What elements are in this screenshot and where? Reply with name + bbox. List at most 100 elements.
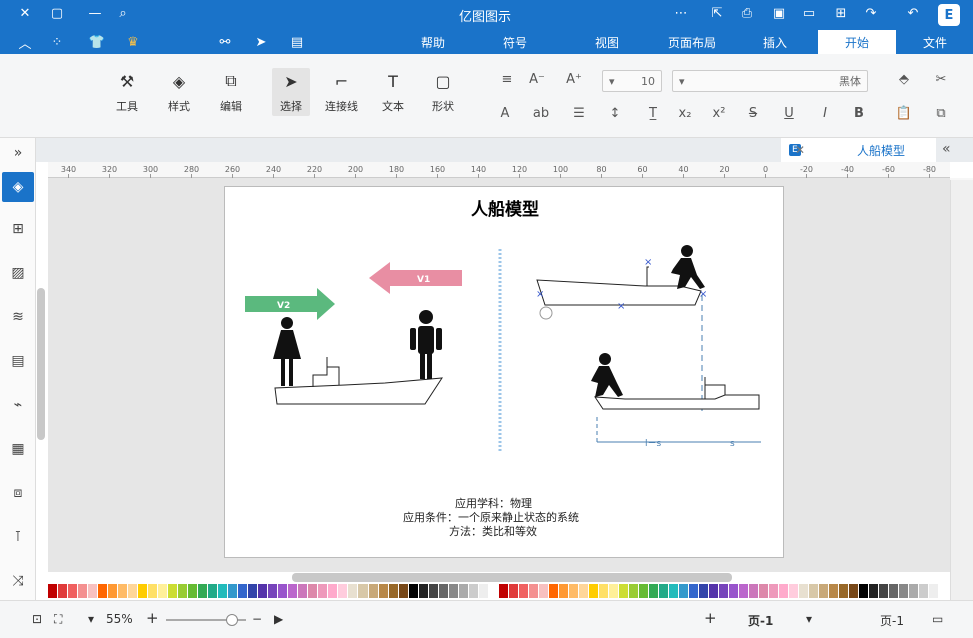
shirt-icon[interactable]: 👕 [88,33,106,51]
color-swatch[interactable] [598,584,609,598]
line-spacing-icon[interactable]: ↕ [606,104,624,122]
tab-file[interactable]: 文件 [905,30,965,54]
color-swatch[interactable] [198,584,209,598]
color-swatch[interactable] [809,584,820,598]
left-scrollbar[interactable] [37,288,45,440]
color-swatch[interactable] [548,584,559,598]
color-swatch[interactable] [288,584,299,598]
color-swatch[interactable] [418,584,429,598]
color-swatch[interactable] [158,584,169,598]
superscript-icon[interactable]: x² [710,104,728,122]
color-swatch[interactable] [68,584,79,598]
color-swatch[interactable] [678,584,689,598]
color-swatch[interactable] [538,584,549,598]
arrow-v1[interactable]: V1 [369,262,462,294]
color-swatch[interactable] [739,584,750,598]
color-swatch[interactable] [278,584,289,598]
paste-icon[interactable]: 📋 [895,104,913,122]
color-swatch[interactable] [689,584,700,598]
color-swatch[interactable] [258,584,269,598]
color-swatch[interactable] [558,584,569,598]
color-swatch[interactable] [789,584,800,598]
strikethrough-icon[interactable]: S̶ [744,104,762,122]
puzzle-icon[interactable]: ⧈ [7,482,29,504]
color-swatch[interactable] [488,584,499,598]
color-swatch[interactable] [458,584,469,598]
color-swatch[interactable] [398,584,409,598]
color-swatch[interactable] [658,584,669,598]
color-swatch[interactable] [508,584,519,598]
font-size-select[interactable]: ▾ 10 [602,70,662,92]
cut-icon[interactable]: ✂ [932,70,950,88]
more-icon[interactable]: ⋯ [672,4,690,22]
color-swatch[interactable] [388,584,399,598]
crown-icon[interactable]: ♛ [124,33,142,51]
color-swatch[interactable] [869,584,880,598]
horizontal-scrollbar[interactable] [292,573,732,582]
color-swatch[interactable] [568,584,579,598]
color-palette[interactable] [48,584,950,600]
color-swatch[interactable] [819,584,830,598]
arrow-v2[interactable]: V2 [245,288,335,320]
add-page-icon[interactable]: + [704,609,717,627]
collapse-right-icon[interactable]: « [942,141,951,157]
page-select-chevron-icon[interactable]: ▾ [806,612,812,626]
zoom-value[interactable]: 55% [106,612,133,626]
close-icon[interactable]: ✕ [16,4,34,22]
style-tool[interactable]: ◈ 样式 [168,70,190,114]
font-shrink-icon[interactable]: A⁻ [528,70,546,88]
color-swatch[interactable] [578,584,589,598]
tab-page-layout[interactable]: 页面布局 [652,30,732,54]
subscript-icon[interactable]: x₂ [676,104,694,122]
color-swatch[interactable] [298,584,309,598]
color-swatch[interactable] [48,584,59,598]
color-swatch[interactable] [749,584,760,598]
color-swatch[interactable] [108,584,119,598]
color-swatch[interactable] [889,584,900,598]
color-swatch[interactable] [929,584,940,598]
color-swatch[interactable] [188,584,199,598]
apps-icon[interactable]: ⁘ [48,33,66,51]
expand-icon[interactable]: » [7,142,29,164]
color-swatch[interactable] [498,584,509,598]
color-swatch[interactable] [348,584,359,598]
color-swatch[interactable] [849,584,860,598]
color-swatch[interactable] [719,584,730,598]
color-swatch[interactable] [478,584,489,598]
color-swatch[interactable] [699,584,710,598]
format-fill-icon[interactable]: ◈ [2,172,34,202]
color-swatch[interactable] [769,584,780,598]
color-swatch[interactable] [318,584,329,598]
color-swatch[interactable] [939,584,950,598]
color-swatch[interactable] [308,584,319,598]
tab-symbol[interactable]: 符号 [480,30,550,54]
send-icon[interactable]: ➤ [252,33,270,51]
color-swatch[interactable] [448,584,459,598]
color-swatch[interactable] [358,584,369,598]
page-view-icon[interactable]: ▭ [932,612,943,626]
text-tool[interactable]: T 文本 [382,70,404,114]
format-painter-icon[interactable]: ⬘ [895,70,913,88]
copy-icon[interactable]: ⧉ [932,104,950,122]
color-swatch[interactable] [668,584,679,598]
print-icon[interactable]: ⎙ [738,4,756,22]
chart-icon[interactable]: ⌁ [7,394,29,416]
color-swatch[interactable] [899,584,910,598]
underline-icon[interactable]: U [780,104,798,122]
zoom-slider[interactable] [166,614,246,626]
color-swatch[interactable] [148,584,159,598]
color-swatch[interactable] [759,584,770,598]
select-tool[interactable]: ➤ 选择 [272,68,310,116]
search-icon[interactable]: ⌕ [114,4,132,22]
save-icon[interactable]: ▣ [770,4,788,22]
color-swatch[interactable] [338,584,349,598]
diagram-page[interactable]: 人船模型 V1 V2 × × × × s l－s 应用学科：物理 应用条件：一个… [224,186,784,558]
shape-tool[interactable]: ▢ 形状 [432,70,454,114]
color-swatch[interactable] [528,584,539,598]
zoom-in-icon[interactable]: + [146,609,159,627]
color-swatch[interactable] [58,584,69,598]
italic-icon[interactable]: I [816,104,834,122]
text-box-icon[interactable]: T̲ [644,104,662,122]
share-icon[interactable]: ⚯ [216,33,234,51]
font-grow-icon[interactable]: A⁺ [565,70,583,88]
